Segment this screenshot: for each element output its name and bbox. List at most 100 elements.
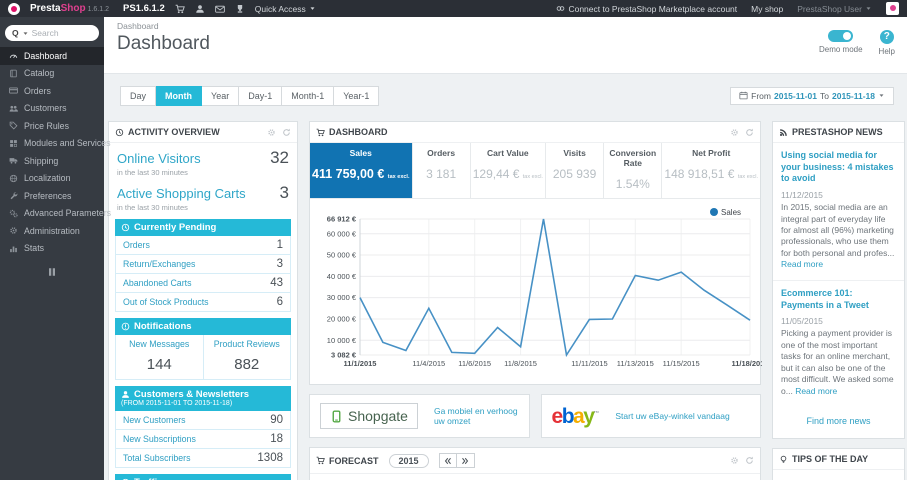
ebay-banner: ebay™ Start uw eBay-winkel vandaag bbox=[540, 394, 761, 438]
kpi-net-profit[interactable]: Net Profit 148 918,51 € tax excl. bbox=[662, 143, 760, 198]
active-carts-value: 3 bbox=[279, 183, 289, 202]
double-right-icon bbox=[461, 457, 469, 465]
sidebar-item-customers[interactable]: Customers bbox=[0, 100, 104, 118]
sidebar-item-price-rules[interactable]: Price Rules bbox=[0, 117, 104, 135]
sidebar-item-label: Administration bbox=[24, 225, 80, 236]
main-area: Dashboard Dashboard Demo mode ? Help Day… bbox=[104, 17, 907, 480]
sidebar-item-label: Orders bbox=[24, 85, 51, 96]
sidebar-item-modules[interactable]: Modules and Services bbox=[0, 135, 111, 153]
kpi-conversion-rate[interactable]: Conversion Rate 1.54% bbox=[604, 143, 663, 198]
prestashop-admin-app: PrestaShop 1.6.1.2 PS1.6.1.2 Quick Access… bbox=[0, 0, 907, 480]
demo-mode-toggle[interactable] bbox=[828, 30, 854, 42]
article-date: 11/05/2015 bbox=[781, 316, 823, 327]
range-year-1-button[interactable]: Year-1 bbox=[334, 85, 380, 106]
shop-name[interactable]: PS1.6.1.2 bbox=[123, 3, 165, 14]
sidebar-item-label: Stats bbox=[24, 243, 45, 254]
ebay-link[interactable]: Start uw eBay-winkel vandaag bbox=[615, 411, 729, 421]
customers-icon[interactable] bbox=[195, 4, 205, 14]
marketplace-link[interactable]: Connect to PrestaShop Marketplace accoun… bbox=[556, 4, 737, 14]
sidebar-item-stats[interactable]: Stats bbox=[0, 240, 104, 258]
messages-icon[interactable] bbox=[214, 4, 225, 14]
shopgate-link[interactable]: Ga mobiel en verhoog uw omzet bbox=[434, 406, 519, 426]
sidebar-item-catalog[interactable]: Catalog bbox=[0, 65, 104, 83]
my-shop-link[interactable]: My shop bbox=[751, 4, 783, 14]
panel-title: TIPS OF THE DAY bbox=[792, 454, 869, 465]
svg-text:11/11/2015: 11/11/2015 bbox=[571, 359, 607, 368]
prestashop-news-panel: PRESTASHOP NEWS Using social media for y… bbox=[772, 121, 905, 440]
gauge-icon bbox=[9, 51, 18, 60]
sidebar-item-orders[interactable]: Orders bbox=[0, 82, 104, 100]
search-scope[interactable]: Q bbox=[12, 28, 19, 38]
sidebar-item-label: Localization bbox=[24, 173, 71, 184]
forecast-prev-button[interactable] bbox=[438, 453, 457, 468]
find-more-news-link[interactable]: Find more news bbox=[773, 406, 904, 438]
sidebar-item-dashboard[interactable]: Dashboard bbox=[0, 47, 104, 65]
page-header: Dashboard Dashboard Demo mode ? Help bbox=[104, 17, 907, 74]
range-month-1-button[interactable]: Month-1 bbox=[282, 85, 335, 106]
kpi-cart-value[interactable]: Cart Value 129,44 € tax excl. bbox=[471, 143, 546, 198]
kpi-sales[interactable]: Sales 411 759,00 € tax excl. bbox=[310, 143, 413, 198]
panel-settings-icon[interactable] bbox=[267, 128, 276, 137]
customers-newsletters-header: Customers & Newsletters (FROM 2015-11-01… bbox=[115, 386, 291, 412]
search-placeholder: Search bbox=[31, 28, 59, 38]
panel-refresh-icon[interactable] bbox=[282, 128, 291, 137]
shopgate-banner: Shopgate Ga mobiel en verhoog uw omzet bbox=[309, 394, 530, 438]
svg-text:11/1/2015: 11/1/2015 bbox=[344, 359, 377, 368]
truck-icon bbox=[9, 156, 18, 165]
avatar[interactable] bbox=[886, 2, 899, 15]
forecast-next-button[interactable] bbox=[456, 453, 475, 468]
sidebar-item-administration[interactable]: Administration bbox=[0, 222, 104, 240]
article-date: 11/12/2015 bbox=[781, 190, 823, 201]
sidebar-item-label: Preferences bbox=[24, 190, 72, 201]
panel-refresh-icon[interactable] bbox=[745, 128, 754, 137]
customers-row-new-customers: New Customers 90 bbox=[115, 411, 291, 431]
panel-title: PRESTASHOP NEWS bbox=[792, 127, 883, 137]
help-label: Help bbox=[878, 47, 895, 56]
range-month-button[interactable]: Month bbox=[156, 85, 203, 106]
trophy-icon[interactable] bbox=[235, 4, 245, 14]
read-more-link[interactable]: Read more bbox=[781, 259, 823, 269]
panel-settings-icon[interactable] bbox=[730, 128, 739, 137]
phone-icon bbox=[330, 410, 343, 423]
quick-access-menu[interactable]: Quick Access bbox=[255, 4, 316, 14]
collapse-menu-icon[interactable] bbox=[46, 266, 58, 278]
range-day-button[interactable]: Day bbox=[120, 85, 157, 106]
sidebar-item-preferences[interactable]: Preferences bbox=[0, 187, 104, 205]
article-title-link[interactable]: Ecommerce 101: Payments in a Tweet bbox=[781, 288, 896, 311]
range-day-1-button[interactable]: Day-1 bbox=[239, 85, 283, 106]
kpi-orders[interactable]: Orders 3 181 bbox=[413, 143, 471, 198]
read-more-link[interactable]: Read more bbox=[795, 386, 837, 396]
cart-icon[interactable] bbox=[175, 4, 185, 14]
svg-text:60 000 €: 60 000 € bbox=[327, 229, 357, 238]
prestashop-logo bbox=[8, 2, 20, 15]
online-visitors-value: 32 bbox=[270, 148, 289, 167]
notification-cell-messages: New Messages 144 bbox=[115, 335, 204, 380]
svg-text:Sales: Sales bbox=[721, 208, 741, 217]
panel-refresh-icon[interactable] bbox=[745, 456, 754, 465]
range-year-button[interactable]: Year bbox=[202, 85, 240, 106]
breadcrumb[interactable]: Dashboard bbox=[104, 17, 907, 31]
forecast-year[interactable]: 2015 bbox=[388, 453, 429, 468]
sidebar-item-shipping[interactable]: Shipping bbox=[0, 152, 104, 170]
chevron-down-icon bbox=[22, 30, 29, 37]
article-title-link[interactable]: Using social media for your business: 4 … bbox=[781, 150, 896, 185]
svg-text:66 912 €: 66 912 € bbox=[327, 215, 357, 224]
kpi-visits[interactable]: Visits 205 939 bbox=[546, 143, 605, 198]
ebay-logo[interactable]: ebay™ bbox=[552, 406, 600, 427]
svg-text:10 000 €: 10 000 € bbox=[327, 336, 357, 345]
panel-settings-icon[interactable] bbox=[730, 456, 739, 465]
sidebar-item-advanced-parameters[interactable]: Advanced Parameters bbox=[0, 205, 111, 223]
link-icon bbox=[556, 4, 565, 13]
clock-icon bbox=[121, 223, 130, 232]
lightbulb-icon bbox=[779, 455, 788, 464]
pending-row-out-of-stock: Out of Stock Products 6 bbox=[115, 293, 291, 312]
date-range-picker[interactable]: From 2015-11-01 To 2015-11-18 bbox=[730, 86, 894, 105]
sidebar-item-localization[interactable]: Localization bbox=[0, 170, 104, 188]
user-menu[interactable]: PrestaShop User bbox=[797, 4, 872, 14]
active-carts-link[interactable]: Active Shopping Carts bbox=[117, 186, 246, 201]
online-visitors-link[interactable]: Online Visitors bbox=[117, 151, 201, 166]
help-button[interactable]: ? bbox=[879, 30, 894, 44]
search-input[interactable]: Q Search bbox=[5, 25, 99, 41]
shopgate-logo[interactable]: Shopgate bbox=[320, 403, 418, 429]
wrench-icon bbox=[9, 191, 18, 200]
